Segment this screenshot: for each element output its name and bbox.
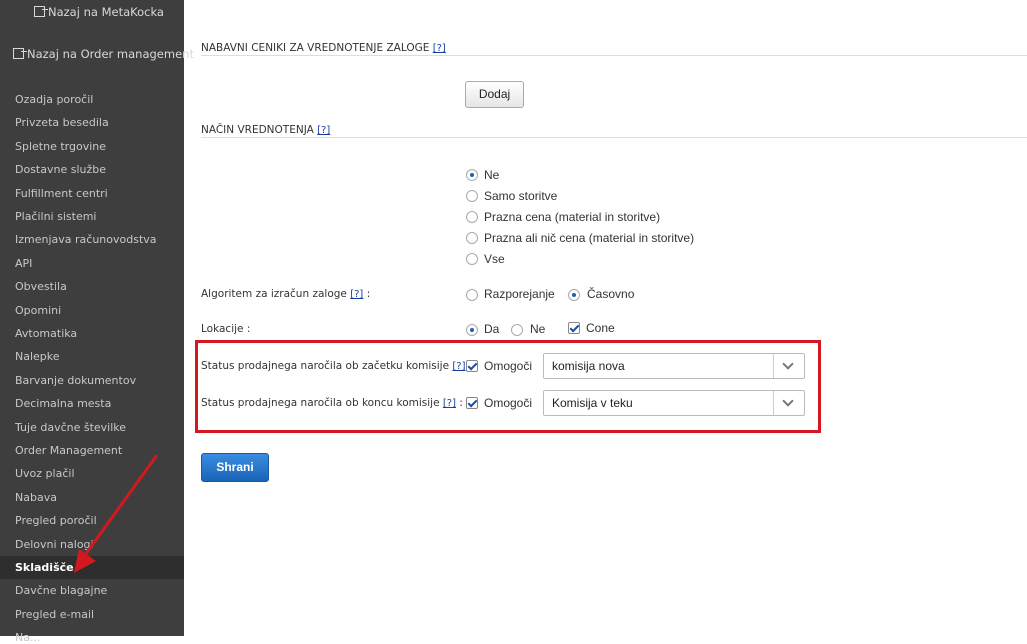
annotation-arrow (74, 454, 159, 573)
